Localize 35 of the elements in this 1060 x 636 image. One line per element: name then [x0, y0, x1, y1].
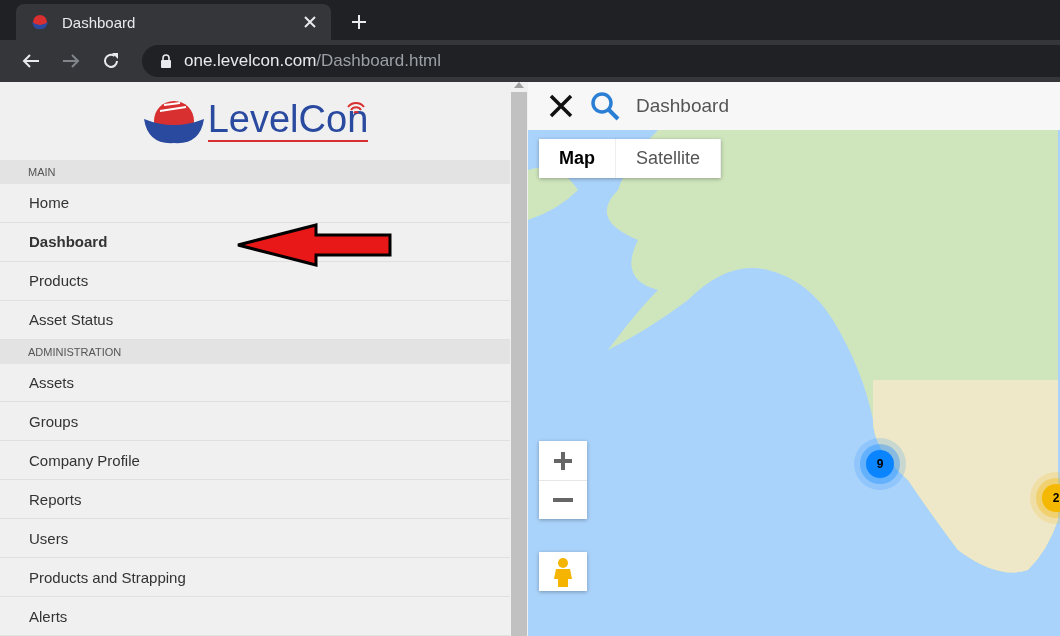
- address-bar[interactable]: one.levelcon.com/Dashboard.html: [142, 45, 1060, 77]
- zoom-in-button[interactable]: [539, 441, 587, 480]
- back-icon[interactable]: [22, 53, 40, 69]
- section-header: MAIN: [0, 159, 510, 184]
- plus-icon: [553, 450, 573, 471]
- new-tab-icon[interactable]: [351, 14, 367, 30]
- nav-item[interactable]: Home: [0, 183, 510, 223]
- map-type-button[interactable]: Satellite: [616, 139, 722, 178]
- section-header: ADMINISTRATION: [0, 339, 510, 364]
- browser-tab[interactable]: Dashboard: [16, 4, 331, 40]
- minus-icon: [553, 498, 573, 502]
- nav-item[interactable]: Company Profile: [0, 441, 510, 481]
- search-icon[interactable]: [590, 91, 620, 121]
- logo-text: LevelCon: [207, 99, 369, 142]
- nav-item[interactable]: Assets: [0, 363, 510, 403]
- page-title: Dashboard: [636, 95, 729, 117]
- reload-icon[interactable]: [102, 52, 120, 70]
- person-icon: [553, 556, 573, 587]
- url-text: one.levelcon.com/Dashboard.html: [184, 51, 442, 71]
- nav-item[interactable]: Alerts: [0, 597, 510, 636]
- tab-title: Dashboard: [62, 13, 137, 31]
- map[interactable]: Map Satellite 9 2: [528, 130, 1060, 636]
- scrollbar-thumb[interactable]: [511, 92, 527, 636]
- zoom-out-button[interactable]: [539, 480, 587, 519]
- nav-item[interactable]: Asset Status: [0, 300, 510, 340]
- nav-item[interactable]: Reports: [0, 480, 510, 520]
- lock-icon: [160, 54, 172, 68]
- map-type-button[interactable]: Map: [539, 139, 616, 178]
- nav-item[interactable]: Groups: [0, 402, 510, 442]
- logo-icon: [30, 14, 50, 30]
- close-icon[interactable]: [548, 93, 574, 119]
- forward-icon[interactable]: [62, 53, 80, 69]
- nav-item[interactable]: Products and Strapping: [0, 558, 510, 598]
- cluster-marker[interactable]: 9: [866, 450, 894, 478]
- nav-item[interactable]: Users: [0, 519, 510, 559]
